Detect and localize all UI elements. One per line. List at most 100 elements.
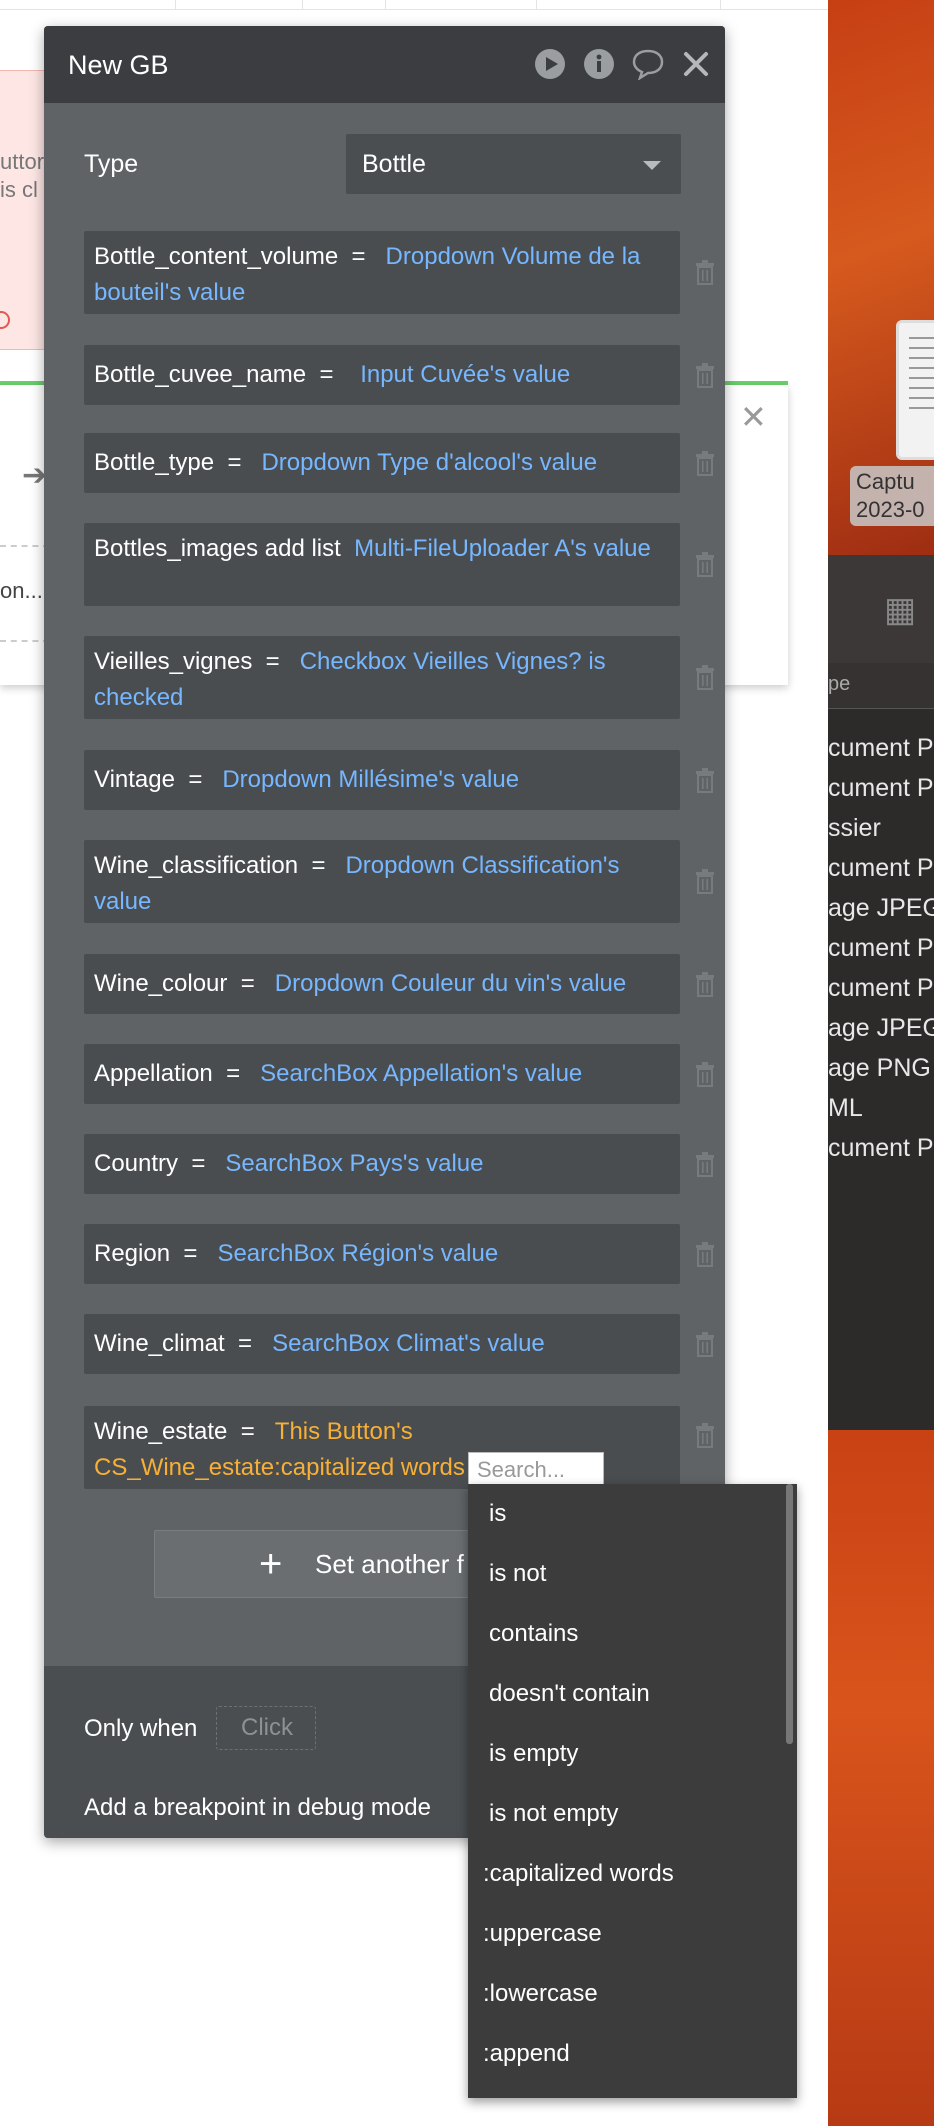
field-row-country[interactable]: Country = SearchBox Pays's value — [84, 1134, 680, 1194]
operator-dropdown-menu: is is not contains doesn't contain is em… — [468, 1484, 797, 2098]
file-row[interactable]: cument P — [828, 848, 934, 888]
field-key: Bottle_content_volume — [94, 243, 339, 270]
field-value[interactable]: SearchBox Pays's value — [225, 1150, 483, 1177]
file-row[interactable]: cument P — [828, 968, 934, 1008]
trash-icon[interactable] — [694, 664, 716, 690]
file-caption[interactable]: Captu 2023-0 — [850, 466, 934, 526]
field-value[interactable]: Multi-FileUploader A's value — [354, 535, 651, 562]
info-icon[interactable] — [583, 48, 615, 80]
operator-search-input[interactable] — [468, 1452, 604, 1488]
desktop-area: Captu 2023-0 ▦ pe cument P cument P ssie… — [828, 0, 934, 2126]
field-operator: = — [319, 361, 334, 388]
field-row-wine-classification[interactable]: Wine_classification = Dropdown Classific… — [84, 840, 680, 923]
file-row[interactable]: ssier — [828, 808, 934, 848]
field-row-vintage[interactable]: Vintage = Dropdown Millésime's value — [84, 750, 680, 810]
trash-icon[interactable] — [694, 259, 716, 285]
field-key: Country — [94, 1150, 179, 1177]
only-when-placeholder: Click — [241, 1714, 293, 1741]
field-operator: = — [183, 1240, 198, 1267]
field-row-bottle-content-volume[interactable]: Bottle_content_volume = Dropdown Volume … — [84, 231, 680, 314]
field-key: Wine_climat — [94, 1330, 225, 1357]
trash-icon[interactable] — [694, 1151, 716, 1177]
menu-item[interactable]: :append — [468, 2024, 788, 2084]
menu-item[interactable]: is not — [468, 1544, 788, 1604]
dropdown-scrollbar[interactable] — [786, 1484, 793, 1744]
trash-icon[interactable] — [694, 362, 716, 388]
grid-view-icon[interactable]: ▦ — [884, 590, 916, 630]
file-row[interactable]: cument P — [828, 928, 934, 968]
field-row-appellation[interactable]: Appellation = SearchBox Appellation's va… — [84, 1044, 680, 1104]
file-row[interactable]: age JPEG — [828, 1008, 934, 1048]
file-row[interactable]: cument P — [828, 728, 934, 768]
trash-icon[interactable] — [694, 1061, 716, 1087]
field-key: Wine_colour — [94, 970, 228, 997]
menu-item[interactable]: :uppercase — [468, 1904, 788, 1964]
file-row[interactable]: cument P — [828, 1128, 934, 1168]
field-row-wine-colour[interactable]: Wine_colour = Dropdown Couleur du vin's … — [84, 954, 680, 1014]
trash-icon[interactable] — [694, 1241, 716, 1267]
trash-icon[interactable] — [694, 551, 716, 577]
field-operator: = — [240, 1418, 255, 1445]
field-value[interactable]: SearchBox Climat's value — [272, 1330, 545, 1357]
field-value[interactable]: SearchBox Région's value — [217, 1240, 498, 1267]
finder-column-header[interactable]: pe — [828, 663, 934, 709]
field-value[interactable]: Dropdown Couleur du vin's value — [275, 970, 626, 997]
field-key: Vieilles_vignes — [94, 648, 253, 675]
file-thumbnail[interactable] — [896, 320, 934, 460]
trash-icon[interactable] — [694, 1331, 716, 1357]
type-select[interactable]: Bottle — [346, 134, 681, 194]
field-key: Bottle_cuvee_name — [94, 361, 307, 388]
dialog-title: New GB — [68, 50, 169, 80]
field-operator: = — [240, 970, 255, 997]
field-row-bottle-type[interactable]: Bottle_type = Dropdown Type d'alcool's v… — [84, 433, 680, 493]
set-another-field-label: Set another f — [315, 1549, 464, 1579]
only-when-condition-input[interactable]: Click — [216, 1706, 316, 1750]
plus-icon: + — [259, 1542, 283, 1586]
comment-icon[interactable] — [630, 48, 666, 80]
canvas-top-ruler — [0, 0, 828, 10]
menu-item[interactable]: doesn't contain — [468, 1664, 788, 1724]
trash-icon[interactable] — [694, 868, 716, 894]
field-value[interactable]: Dropdown Millésime's value — [222, 766, 519, 793]
field-operator: = — [351, 243, 366, 270]
field-row-region[interactable]: Region = SearchBox Région's value — [84, 1224, 680, 1284]
column-kind-label: pe — [828, 673, 851, 695]
field-key: Wine_estate — [94, 1418, 228, 1445]
field-operator: = — [311, 852, 326, 879]
file-caption-line: 2023-0 — [856, 497, 925, 522]
close-icon[interactable]: ✕ — [740, 398, 767, 436]
file-row[interactable]: cument P — [828, 768, 934, 808]
trash-icon[interactable] — [694, 767, 716, 793]
file-row[interactable]: ML — [828, 1088, 934, 1128]
menu-item[interactable]: contains — [468, 1604, 788, 1664]
field-value[interactable]: Dropdown Type d'alcool's value — [261, 449, 597, 476]
field-key: Bottle_type — [94, 449, 215, 476]
trash-icon[interactable] — [694, 971, 716, 997]
menu-item[interactable]: :lowercase — [468, 1964, 788, 2024]
field-row-wine-climat[interactable]: Wine_climat = SearchBox Climat's value — [84, 1314, 680, 1374]
trash-icon[interactable] — [694, 450, 716, 476]
alert-circle-icon — [0, 311, 10, 329]
breakpoint-label[interactable]: Add a breakpoint in debug mode — [84, 1794, 431, 1822]
canvas-alert-text: is cl — [0, 177, 38, 202]
menu-item[interactable]: is not empty — [468, 1784, 788, 1844]
field-value[interactable]: Input Cuvée's value — [360, 361, 570, 388]
field-row-bottle-cuvee-name[interactable]: Bottle_cuvee_name = Input Cuvée's value — [84, 345, 680, 405]
wallpaper — [828, 1430, 934, 2126]
field-value[interactable]: SearchBox Appellation's value — [260, 1060, 582, 1087]
field-row-vieilles-vignes[interactable]: Vieilles_vignes = Checkbox Vieilles Vign… — [84, 636, 680, 719]
type-label: Type — [84, 150, 139, 178]
field-key: Region — [94, 1240, 171, 1267]
play-icon[interactable] — [534, 48, 566, 80]
menu-item[interactable]: is empty — [468, 1724, 788, 1784]
file-row[interactable]: age PNG — [828, 1048, 934, 1088]
file-row[interactable]: age JPEG — [828, 888, 934, 928]
close-icon[interactable] — [682, 48, 710, 80]
field-operator: = — [238, 1330, 253, 1357]
only-when-label: Only when — [84, 1715, 198, 1742]
menu-item[interactable]: :capitalized words — [468, 1844, 788, 1904]
menu-item[interactable]: is — [468, 1484, 788, 1544]
trash-icon[interactable] — [694, 1422, 716, 1448]
chevron-down-icon — [643, 161, 661, 170]
field-row-bottles-images[interactable]: Bottles_images add list Multi-FileUpload… — [84, 523, 680, 606]
